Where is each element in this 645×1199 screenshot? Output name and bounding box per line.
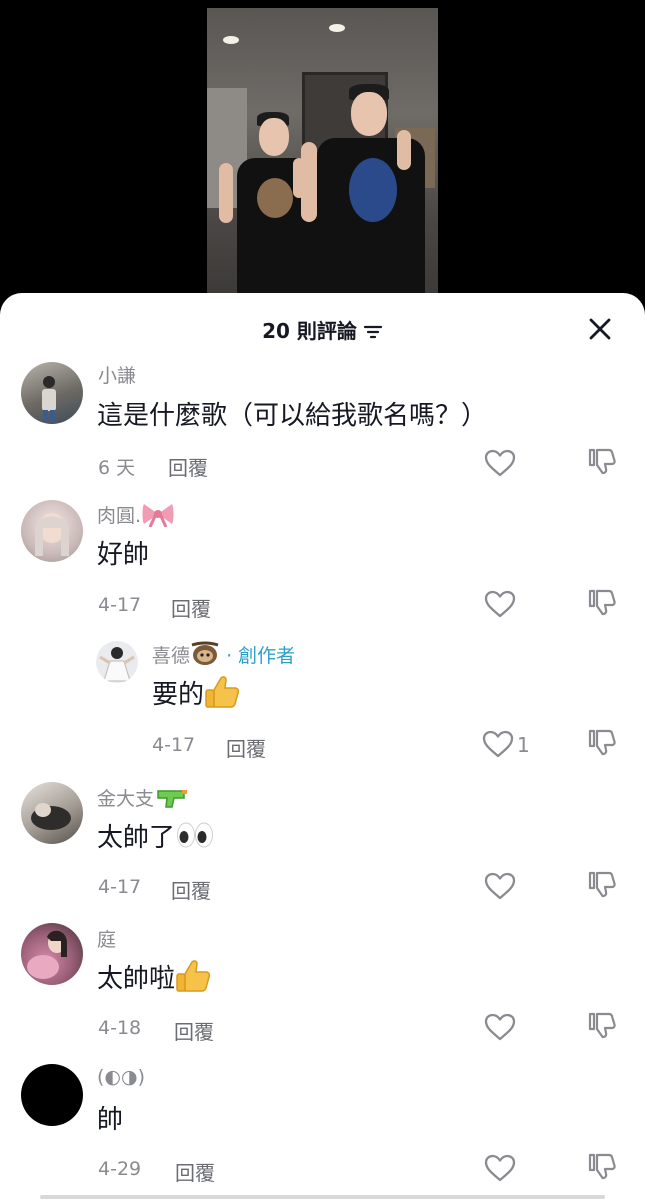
eyes-emoji xyxy=(175,821,215,856)
comments-sheet: 20 則評論 小謙 這是什麼歌（可以給我歌名嗎？） 6 天 回覆 肉圓. 好帥 … xyxy=(0,293,645,1199)
comments-count: 20 則評論 xyxy=(262,319,357,343)
comment-item: 小謙 這是什麼歌（可以給我歌名嗎？） 6 天 回覆 xyxy=(0,355,645,485)
comment-item: (◐◑) 帥 4-29 回覆 xyxy=(0,1061,645,1191)
heart-icon[interactable] xyxy=(484,872,516,900)
ceiling-light xyxy=(223,36,239,44)
avatar[interactable] xyxy=(21,782,83,844)
comment-date: 4-29 xyxy=(98,1158,142,1180)
comment-reply-item: 喜德 · 創作者 要的 4-17 回覆 1 xyxy=(0,638,645,768)
reply-button[interactable]: 回覆 xyxy=(226,733,266,762)
comment-text: 這是什麼歌（可以給我歌名嗎？） xyxy=(97,401,488,431)
dislike-icon[interactable] xyxy=(587,870,617,900)
sort-icon[interactable] xyxy=(363,321,383,345)
heart-icon[interactable] xyxy=(484,1154,516,1182)
comment-username[interactable]: 庭 xyxy=(97,925,116,952)
comments-title[interactable]: 20 則評論 xyxy=(0,315,645,345)
dislike-icon[interactable] xyxy=(587,1011,617,1041)
like-count: 1 xyxy=(517,733,530,757)
creator-badge: · 創作者 xyxy=(226,645,296,667)
comment-text: 帥 xyxy=(97,1105,124,1135)
comment-text: 太帥了 xyxy=(97,817,215,856)
comment-text-content: 太帥了 xyxy=(97,823,176,853)
comment-text: 太帥啦 xyxy=(97,958,211,1000)
close-icon[interactable] xyxy=(586,315,614,343)
water-gun-emoji xyxy=(154,785,188,814)
sloth-emoji xyxy=(190,641,220,672)
heart-icon[interactable] xyxy=(484,1013,516,1041)
comment-username[interactable]: 喜德 · 創作者 xyxy=(152,641,295,672)
comment-date: 4-17 xyxy=(152,734,196,756)
dislike-icon[interactable] xyxy=(587,447,617,477)
comment-username[interactable]: 肉圓. xyxy=(97,501,175,532)
comment-date: 4-18 xyxy=(98,1017,142,1039)
avatar[interactable] xyxy=(21,1064,83,1126)
comment-date: 4-17 xyxy=(98,876,142,898)
ceiling-light xyxy=(329,24,345,32)
comment-date: 4-17 xyxy=(98,594,142,616)
comment-text-content: 要的 xyxy=(152,680,205,710)
home-indicator xyxy=(40,1195,605,1199)
avatar[interactable] xyxy=(21,923,83,985)
comment-username[interactable]: 金大支 xyxy=(97,784,188,814)
username-text: 喜德 xyxy=(152,645,191,667)
avatar[interactable] xyxy=(96,641,138,683)
username-text: 金大支 xyxy=(97,788,155,810)
reply-button[interactable]: 回覆 xyxy=(168,452,208,481)
username-text: 肉圓. xyxy=(97,505,142,527)
comment-username[interactable]: 小謙 xyxy=(98,361,136,388)
comment-text-content: 太帥啦 xyxy=(97,964,176,994)
comment-username[interactable]: (◐◑) xyxy=(97,1066,145,1088)
avatar[interactable] xyxy=(21,362,83,424)
dislike-icon[interactable] xyxy=(587,728,617,758)
reply-button[interactable]: 回覆 xyxy=(171,875,211,904)
sheet-header: 20 則評論 xyxy=(0,293,645,363)
dislike-icon[interactable] xyxy=(587,588,617,618)
reply-button[interactable]: 回覆 xyxy=(171,593,211,622)
heart-icon[interactable] xyxy=(484,449,516,477)
thumbs-up-emoji xyxy=(204,675,240,716)
video-preview[interactable] xyxy=(207,8,438,308)
avatar[interactable] xyxy=(21,500,83,562)
bow-emoji xyxy=(141,501,175,532)
comment-item: 肉圓. 好帥 4-17 回覆 xyxy=(0,496,645,626)
thumbs-up-emoji xyxy=(175,959,211,1000)
comment-text: 要的 xyxy=(152,674,240,716)
heart-icon[interactable] xyxy=(482,730,514,758)
heart-icon[interactable] xyxy=(484,590,516,618)
comment-text: 好帥 xyxy=(97,540,150,570)
comment-item: 庭 太帥啦 4-18 回覆 xyxy=(0,920,645,1050)
reply-button[interactable]: 回覆 xyxy=(174,1016,214,1045)
comment-item: 金大支 太帥了 4-17 回覆 xyxy=(0,779,645,909)
comment-date: 6 天 xyxy=(98,457,136,479)
dislike-icon[interactable] xyxy=(587,1152,617,1182)
reply-button[interactable]: 回覆 xyxy=(175,1157,215,1186)
